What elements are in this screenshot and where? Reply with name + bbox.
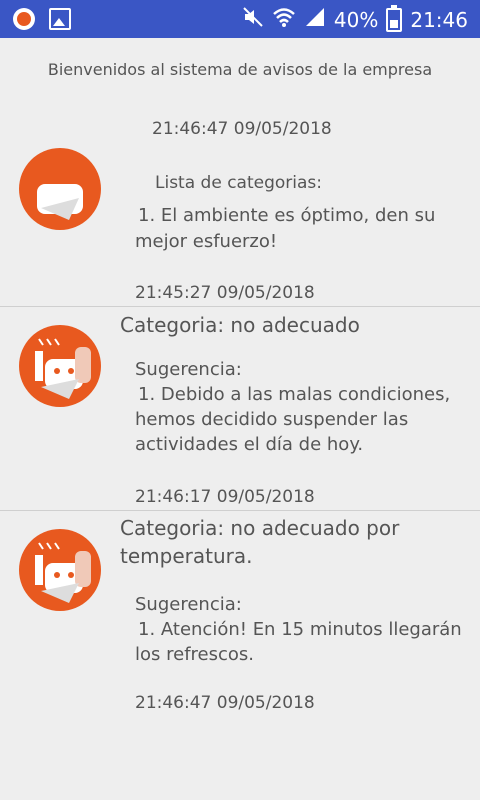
suggestion-line: mejor esfuerzo! [135,231,278,252]
suggestion-line: los refrescos. [135,644,254,665]
category-avatar [19,325,101,407]
welcome-text: Bienvenidos al sistema de avisos de la e… [47,60,433,79]
suggestion-label: Sugerencia: [135,594,242,615]
image-icon [48,7,72,31]
suggestion-line: 1. El ambiente es óptimo, den su [138,205,436,226]
mute-icon [242,6,264,33]
divider [0,306,480,307]
category-avatar [19,529,101,611]
suggestion-line: 1. Debido a las malas condiciones, [138,384,451,405]
battery-percent: 40% [333,7,379,32]
item-timestamp: 21:45:27 09/05/2018 [135,283,315,303]
clock: 21:46 [410,7,468,32]
app-notification-icon [12,7,36,31]
list-title: Lista de categorias: [155,173,322,193]
suggestion-line: actividades el día de hoy. [135,434,364,455]
category-title: Categoria: no adecuado por [120,516,400,540]
category-avatar [19,148,101,230]
category-title: Categoria: no adecuado [120,313,360,337]
wifi-icon [272,6,296,33]
signal-icon [304,6,326,33]
header-timestamp: 21:46:47 09/05/2018 [152,119,332,139]
suggestion-line: 1. Atención! En 15 minutos llegarán [138,619,462,640]
item-timestamp: 21:46:17 09/05/2018 [135,487,315,507]
divider [0,510,480,511]
item-timestamp: 21:46:47 09/05/2018 [135,693,315,713]
battery-icon [386,4,403,32]
suggestion-line: hemos decidido suspender las [135,409,409,430]
suggestion-label: Sugerencia: [135,359,242,380]
status-bar: 40% 21:46 [0,0,480,38]
category-title: temperatura. [120,544,253,568]
